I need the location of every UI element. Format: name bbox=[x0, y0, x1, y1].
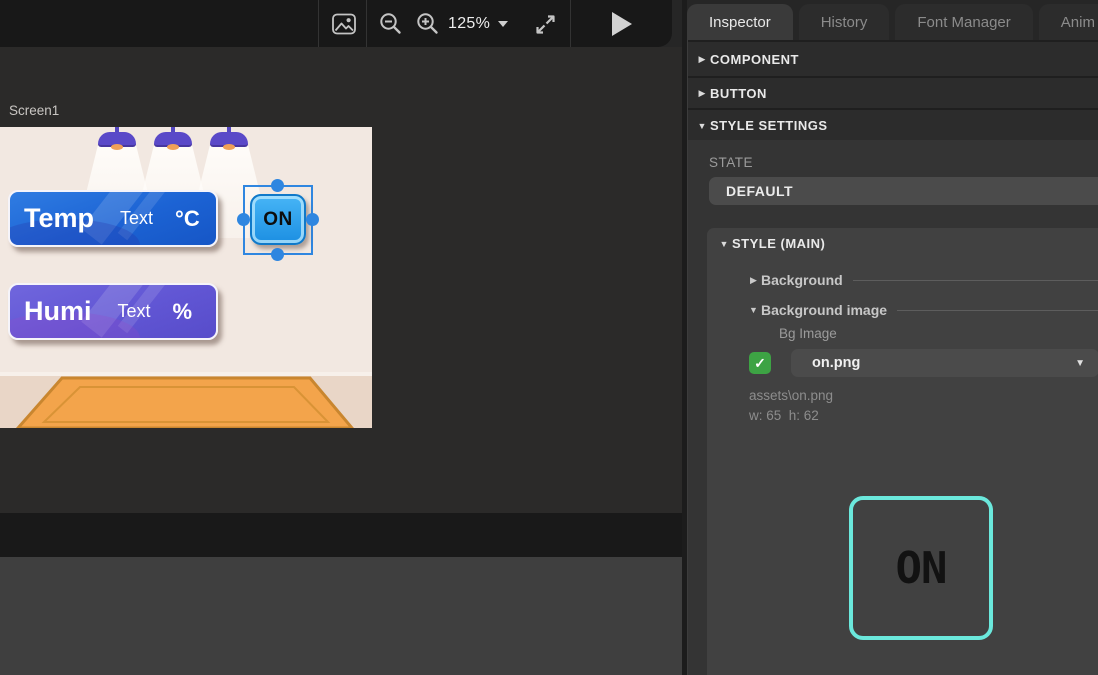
timeline-strip bbox=[0, 513, 683, 557]
inspector-panel: Inspector History Font Manager Anim ▶ CO… bbox=[687, 0, 1098, 675]
prop-label: Background image bbox=[761, 302, 887, 318]
section-label: BUTTON bbox=[710, 86, 767, 101]
table-graphic bbox=[0, 376, 372, 428]
zoom-level-value: 125% bbox=[448, 15, 490, 33]
tab-inspector[interactable]: Inspector bbox=[687, 4, 793, 40]
zoom-in-button[interactable] bbox=[414, 10, 442, 38]
humi-value: Text bbox=[118, 301, 151, 322]
bg-image-path: assets\on.png bbox=[749, 388, 833, 403]
expanded-arrow-icon: ▼ bbox=[717, 239, 731, 249]
chevron-down-icon bbox=[498, 21, 508, 27]
section-divider bbox=[688, 40, 1098, 42]
bg-image-preview: ON bbox=[849, 496, 993, 640]
resize-handle-top[interactable] bbox=[271, 179, 284, 192]
expanded-arrow-icon: ▼ bbox=[695, 121, 709, 131]
inspector-content: ▶ COMPONENT ▶ BUTTON ▼ STYLE SETTINGS ST… bbox=[687, 40, 1098, 675]
zoom-in-icon bbox=[415, 11, 441, 37]
expand-icon bbox=[533, 12, 558, 37]
humi-widget[interactable]: Humi Text % bbox=[8, 283, 218, 340]
bg-image-dropdown[interactable]: on.png ▼ bbox=[791, 349, 1098, 377]
on-button[interactable]: ON bbox=[250, 194, 306, 245]
tab-font-manager[interactable]: Font Manager bbox=[895, 4, 1032, 40]
style-main-header[interactable]: ▼ STYLE (MAIN) bbox=[707, 236, 825, 251]
temp-unit: °C bbox=[175, 206, 200, 232]
temp-value: Text bbox=[120, 208, 153, 229]
check-icon: ✓ bbox=[754, 355, 766, 372]
chevron-down-icon: ▼ bbox=[1075, 358, 1085, 369]
bg-image-checkbox[interactable]: ✓ bbox=[749, 352, 771, 374]
play-icon bbox=[610, 11, 634, 37]
state-value: DEFAULT bbox=[726, 183, 793, 199]
image-icon bbox=[331, 11, 357, 37]
resize-handle-right[interactable] bbox=[306, 213, 319, 226]
section-style-settings[interactable]: ▼ STYLE SETTINGS bbox=[688, 110, 1098, 141]
temp-widget[interactable]: Temp Text °C bbox=[8, 190, 218, 247]
bg-image-value: on.png bbox=[812, 355, 860, 371]
style-settings-body: STATE DEFAULT ▼ STYLE (MAIN) ▶ Backgroun… bbox=[688, 140, 1098, 675]
toolbar-separator bbox=[366, 0, 367, 47]
zoom-out-icon bbox=[378, 11, 404, 37]
prop-label: Background bbox=[761, 272, 843, 288]
screen-design[interactable]: Temp Text °C ON Humi Text bbox=[0, 127, 372, 428]
resize-handle-bottom[interactable] bbox=[271, 248, 284, 261]
collapsed-arrow-icon: ▶ bbox=[695, 88, 709, 99]
section-button[interactable]: ▶ BUTTON bbox=[688, 78, 1098, 109]
zoom-out-button[interactable] bbox=[377, 10, 405, 38]
canvas-area[interactable]: Screen1 Temp Text °C bbox=[0, 47, 683, 513]
section-label: STYLE SETTINGS bbox=[710, 118, 828, 133]
bottom-panel bbox=[0, 557, 683, 675]
on-button-label: ON bbox=[263, 209, 293, 231]
style-main-title: STYLE (MAIN) bbox=[732, 236, 825, 251]
prop-background[interactable]: ▶ Background bbox=[747, 270, 1098, 290]
play-button[interactable] bbox=[606, 10, 638, 38]
resize-handle-left[interactable] bbox=[237, 213, 250, 226]
humi-title: Humi bbox=[24, 296, 92, 327]
tab-anim[interactable]: Anim bbox=[1039, 4, 1098, 40]
collapsed-arrow-icon: ▶ bbox=[747, 275, 760, 286]
section-component[interactable]: ▶ COMPONENT bbox=[688, 44, 1098, 75]
state-label: STATE bbox=[709, 155, 753, 170]
prop-rule-line bbox=[897, 310, 1098, 311]
expanded-arrow-icon: ▼ bbox=[747, 305, 760, 315]
prop-background-image[interactable]: ▼ Background image bbox=[747, 300, 1098, 320]
style-main-panel: ▼ STYLE (MAIN) ▶ Background ▼ Background… bbox=[707, 228, 1098, 675]
tab-history[interactable]: History bbox=[799, 4, 890, 40]
bg-image-dimensions: w: 65 h: 62 bbox=[749, 408, 819, 423]
selection-box: ON bbox=[243, 185, 313, 255]
toolbar-separator bbox=[318, 0, 319, 47]
fit-to-screen-button[interactable] bbox=[531, 10, 559, 38]
prop-rule-line bbox=[853, 280, 1098, 281]
bg-image-label: Bg Image bbox=[779, 326, 837, 341]
screen-name-label[interactable]: Screen1 bbox=[9, 103, 59, 118]
zoom-level-dropdown[interactable]: 125% bbox=[448, 0, 508, 47]
floor-decoration bbox=[0, 372, 372, 428]
toolbar-separator bbox=[570, 0, 571, 47]
image-assets-button[interactable] bbox=[330, 10, 358, 38]
inspector-tabbar: Inspector History Font Manager Anim bbox=[687, 4, 1098, 40]
preview-on-label: ON bbox=[896, 543, 947, 594]
collapsed-arrow-icon: ▶ bbox=[695, 54, 709, 65]
app-window: 125% Screen1 bbox=[0, 0, 1098, 675]
canvas-toolbar: 125% bbox=[0, 0, 672, 47]
humi-unit: % bbox=[173, 299, 193, 325]
temp-title: Temp bbox=[24, 203, 94, 234]
section-label: COMPONENT bbox=[710, 52, 799, 67]
state-dropdown[interactable]: DEFAULT bbox=[709, 177, 1098, 205]
